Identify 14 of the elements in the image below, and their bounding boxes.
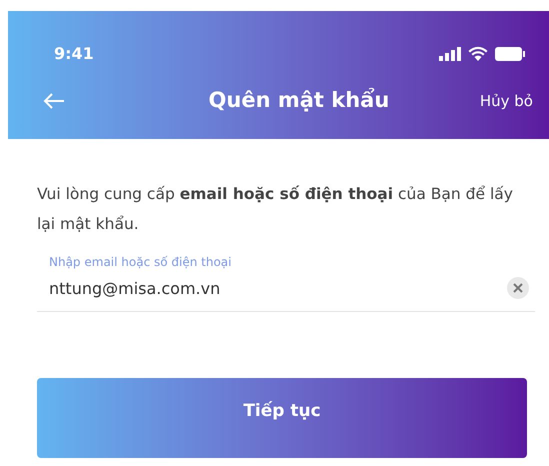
close-icon [513, 283, 523, 293]
signal-icon [439, 46, 461, 60]
wifi-icon [468, 46, 488, 61]
battery-icon [495, 46, 525, 60]
field-label: Nhập email hoặc số điện thoại [49, 254, 232, 271]
screen-title: Quên mật khẩu [208, 86, 390, 114]
email-field[interactable]: Nhập email hoặc số điện thoại nttung@misa.com.vn [37, 253, 535, 312]
instruction-text: Vui lòng cung cấp email hoặc số điện thoại của Bạn để lấy lại mật khẩu. [37, 184, 514, 235]
cancel-button[interactable]: Hủy bỏ [480, 90, 533, 112]
status-time: 9:41 [54, 42, 94, 64]
back-arrow-icon [42, 92, 66, 110]
continue-button[interactable]: Tiếp tục [37, 378, 527, 458]
email-input[interactable]: nttung@misa.com.vn [49, 277, 349, 301]
clear-button[interactable] [507, 277, 529, 299]
